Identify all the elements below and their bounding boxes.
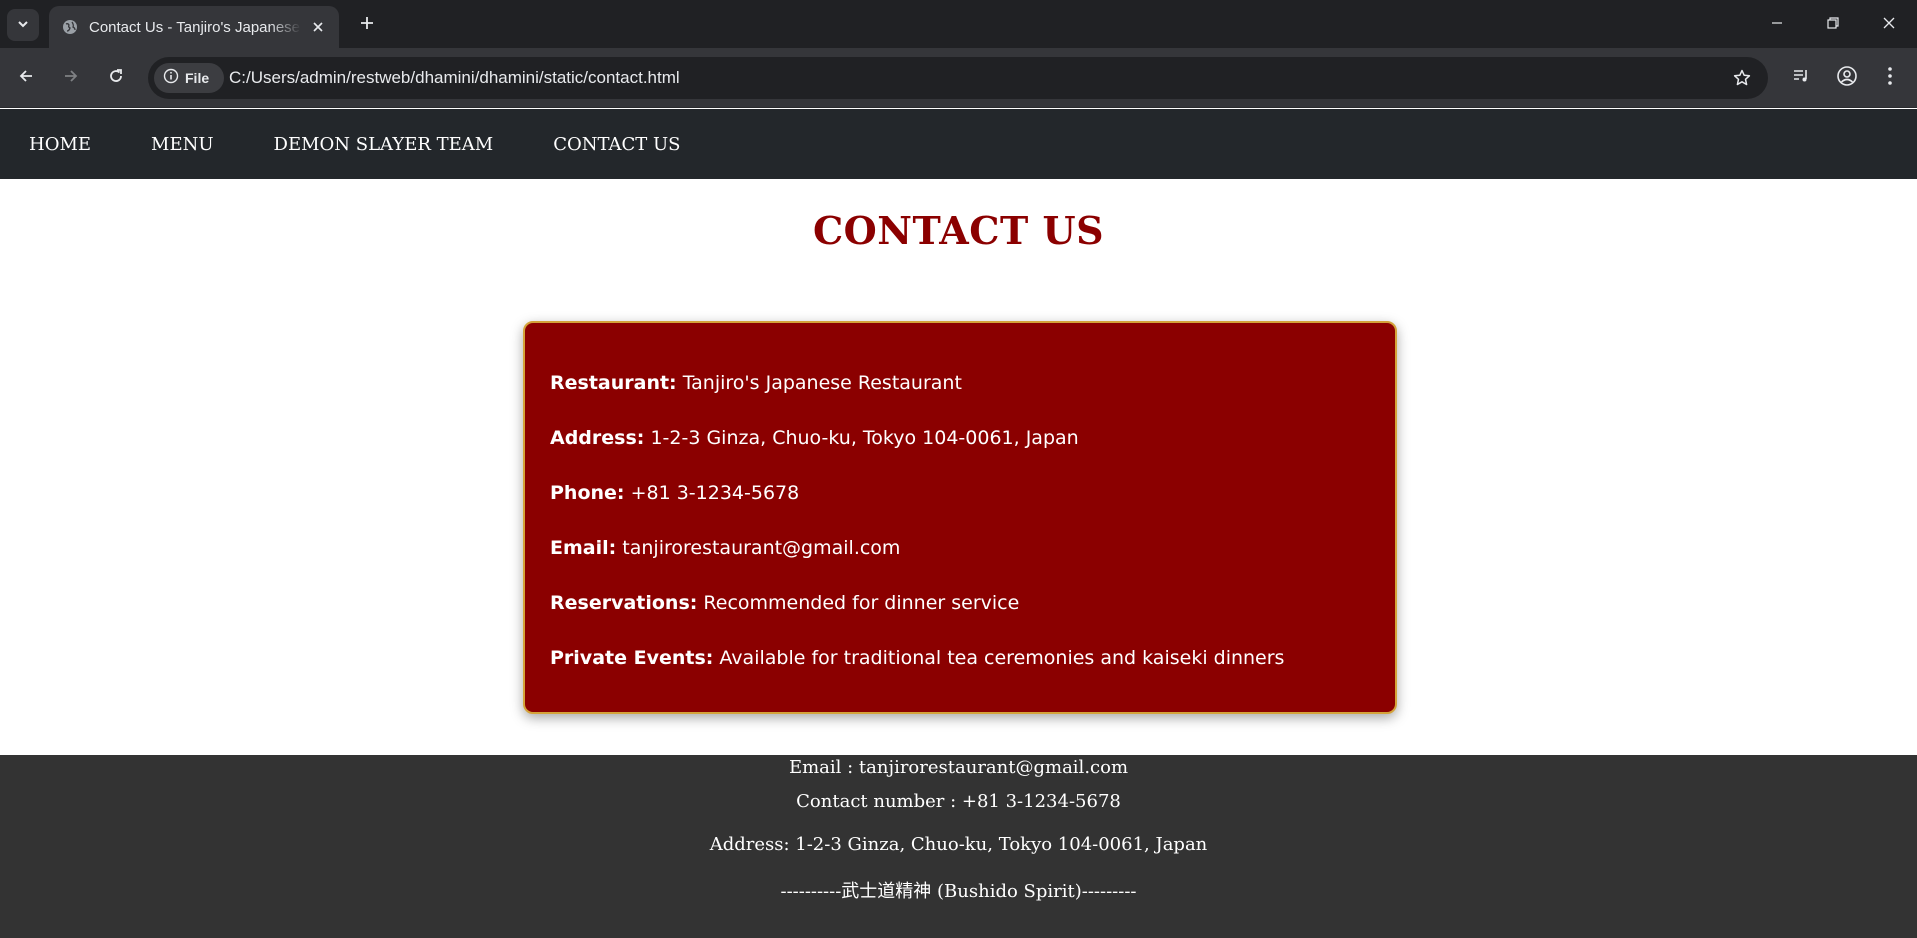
nav-demon-slayer-team[interactable]: DEMON SLAYER TEAM: [274, 134, 494, 155]
contact-label: Reservations:: [550, 592, 698, 614]
address-bar[interactable]: File C:/Users/admin/restweb/dhamini/dham…: [148, 57, 1768, 99]
contact-row-address: Address: 1-2-3 Ginza, Chuo-ku, Tokyo 104…: [550, 426, 1395, 481]
footer-email: Email : tanjirorestaurant@gmail.com: [788, 757, 1129, 778]
contact-row-private-events: Private Events: Available for traditiona…: [550, 646, 1395, 701]
contact-label: Address:: [550, 427, 645, 449]
plus-icon: [359, 15, 375, 35]
security-chip-label: File: [185, 70, 210, 86]
footer-motto: ----------武士道精神 (Bushido Spirit)--------…: [780, 881, 1137, 902]
contact-label: Private Events:: [550, 647, 714, 669]
url-text[interactable]: C:/Users/admin/restweb/dhamini/dhamini/s…: [229, 68, 680, 88]
nav-menu[interactable]: MENU: [151, 134, 214, 155]
contact-label: Phone:: [550, 482, 625, 504]
new-tab-button[interactable]: [352, 10, 382, 40]
reload-button[interactable]: [100, 62, 132, 94]
forward-arrow-icon: [62, 67, 80, 89]
profile-icon: [1836, 65, 1858, 91]
close-icon[interactable]: [307, 16, 329, 38]
tab-search-button[interactable]: [7, 9, 39, 41]
footer-address: Address: 1-2-3 Ginza, Chuo-ku, Tokyo 104…: [709, 834, 1208, 855]
contact-value: +81 3-1234-5678: [630, 482, 800, 504]
forward-button[interactable]: [55, 62, 87, 94]
browser-tab-bar: Contact Us - Tanjiro's Japanese Restaura…: [0, 0, 1917, 48]
contact-value: Available for traditional tea ceremonies…: [719, 647, 1285, 669]
star-icon[interactable]: [1730, 66, 1754, 90]
back-arrow-icon: [17, 67, 35, 89]
info-icon: [163, 68, 179, 88]
footer-contact-number: Contact number : +81 3-1234-5678: [796, 791, 1121, 812]
media-queue-button[interactable]: [1785, 62, 1817, 94]
contact-value: 1-2-3 Ginza, Chuo-ku, Tokyo 104-0061, Ja…: [650, 427, 1079, 449]
contact-value: Recommended for dinner service: [703, 592, 1020, 614]
reload-icon: [107, 67, 125, 89]
contact-label: Email:: [550, 537, 617, 559]
chevron-down-icon: [16, 16, 30, 35]
nav-contact-us[interactable]: CONTACT US: [553, 134, 680, 155]
restore-button[interactable]: [1805, 0, 1861, 48]
back-button[interactable]: [10, 62, 42, 94]
tab-contact-us[interactable]: Contact Us - Tanjiro's Japanese Restaura…: [49, 6, 339, 48]
contact-value: tanjirorestaurant@gmail.com: [622, 537, 901, 559]
browser-menu-button[interactable]: [1874, 62, 1906, 94]
globe-icon: [61, 18, 79, 36]
contact-label: Restaurant:: [550, 372, 677, 394]
site-footer: Email : tanjirorestaurant@gmail.com Cont…: [0, 755, 1917, 938]
kebab-menu-icon: [1887, 66, 1893, 90]
nav-home[interactable]: HOME: [29, 134, 91, 155]
restore-icon: [1826, 15, 1840, 34]
close-window-icon: [1882, 15, 1896, 34]
site-info-chip[interactable]: File: [154, 63, 224, 93]
contact-card: Restaurant: Tanjiro's Japanese Restauran…: [523, 321, 1397, 714]
contact-row-phone: Phone: +81 3-1234-5678: [550, 481, 1395, 536]
minimize-button[interactable]: [1749, 0, 1805, 48]
tab-title: Contact Us - Tanjiro's Japanese Restaura…: [89, 18, 301, 36]
contact-row-restaurant: Restaurant: Tanjiro's Japanese Restauran…: [550, 371, 1395, 426]
contact-row-email: Email: tanjirorestaurant@gmail.com: [550, 536, 1395, 591]
media-queue-icon: [1791, 66, 1811, 90]
page-title: CONTACT US: [812, 208, 1105, 253]
profile-button[interactable]: [1831, 62, 1863, 94]
site-navbar: HOME MENU DEMON SLAYER TEAM CONTACT US: [0, 109, 1917, 179]
contact-value: Tanjiro's Japanese Restaurant: [682, 372, 962, 394]
contact-row-reservations: Reservations: Recommended for dinner ser…: [550, 591, 1395, 646]
close-window-button[interactable]: [1861, 0, 1917, 48]
minimize-icon: [1770, 15, 1784, 34]
browser-toolbar: File C:/Users/admin/restweb/dhamini/dham…: [0, 48, 1917, 108]
